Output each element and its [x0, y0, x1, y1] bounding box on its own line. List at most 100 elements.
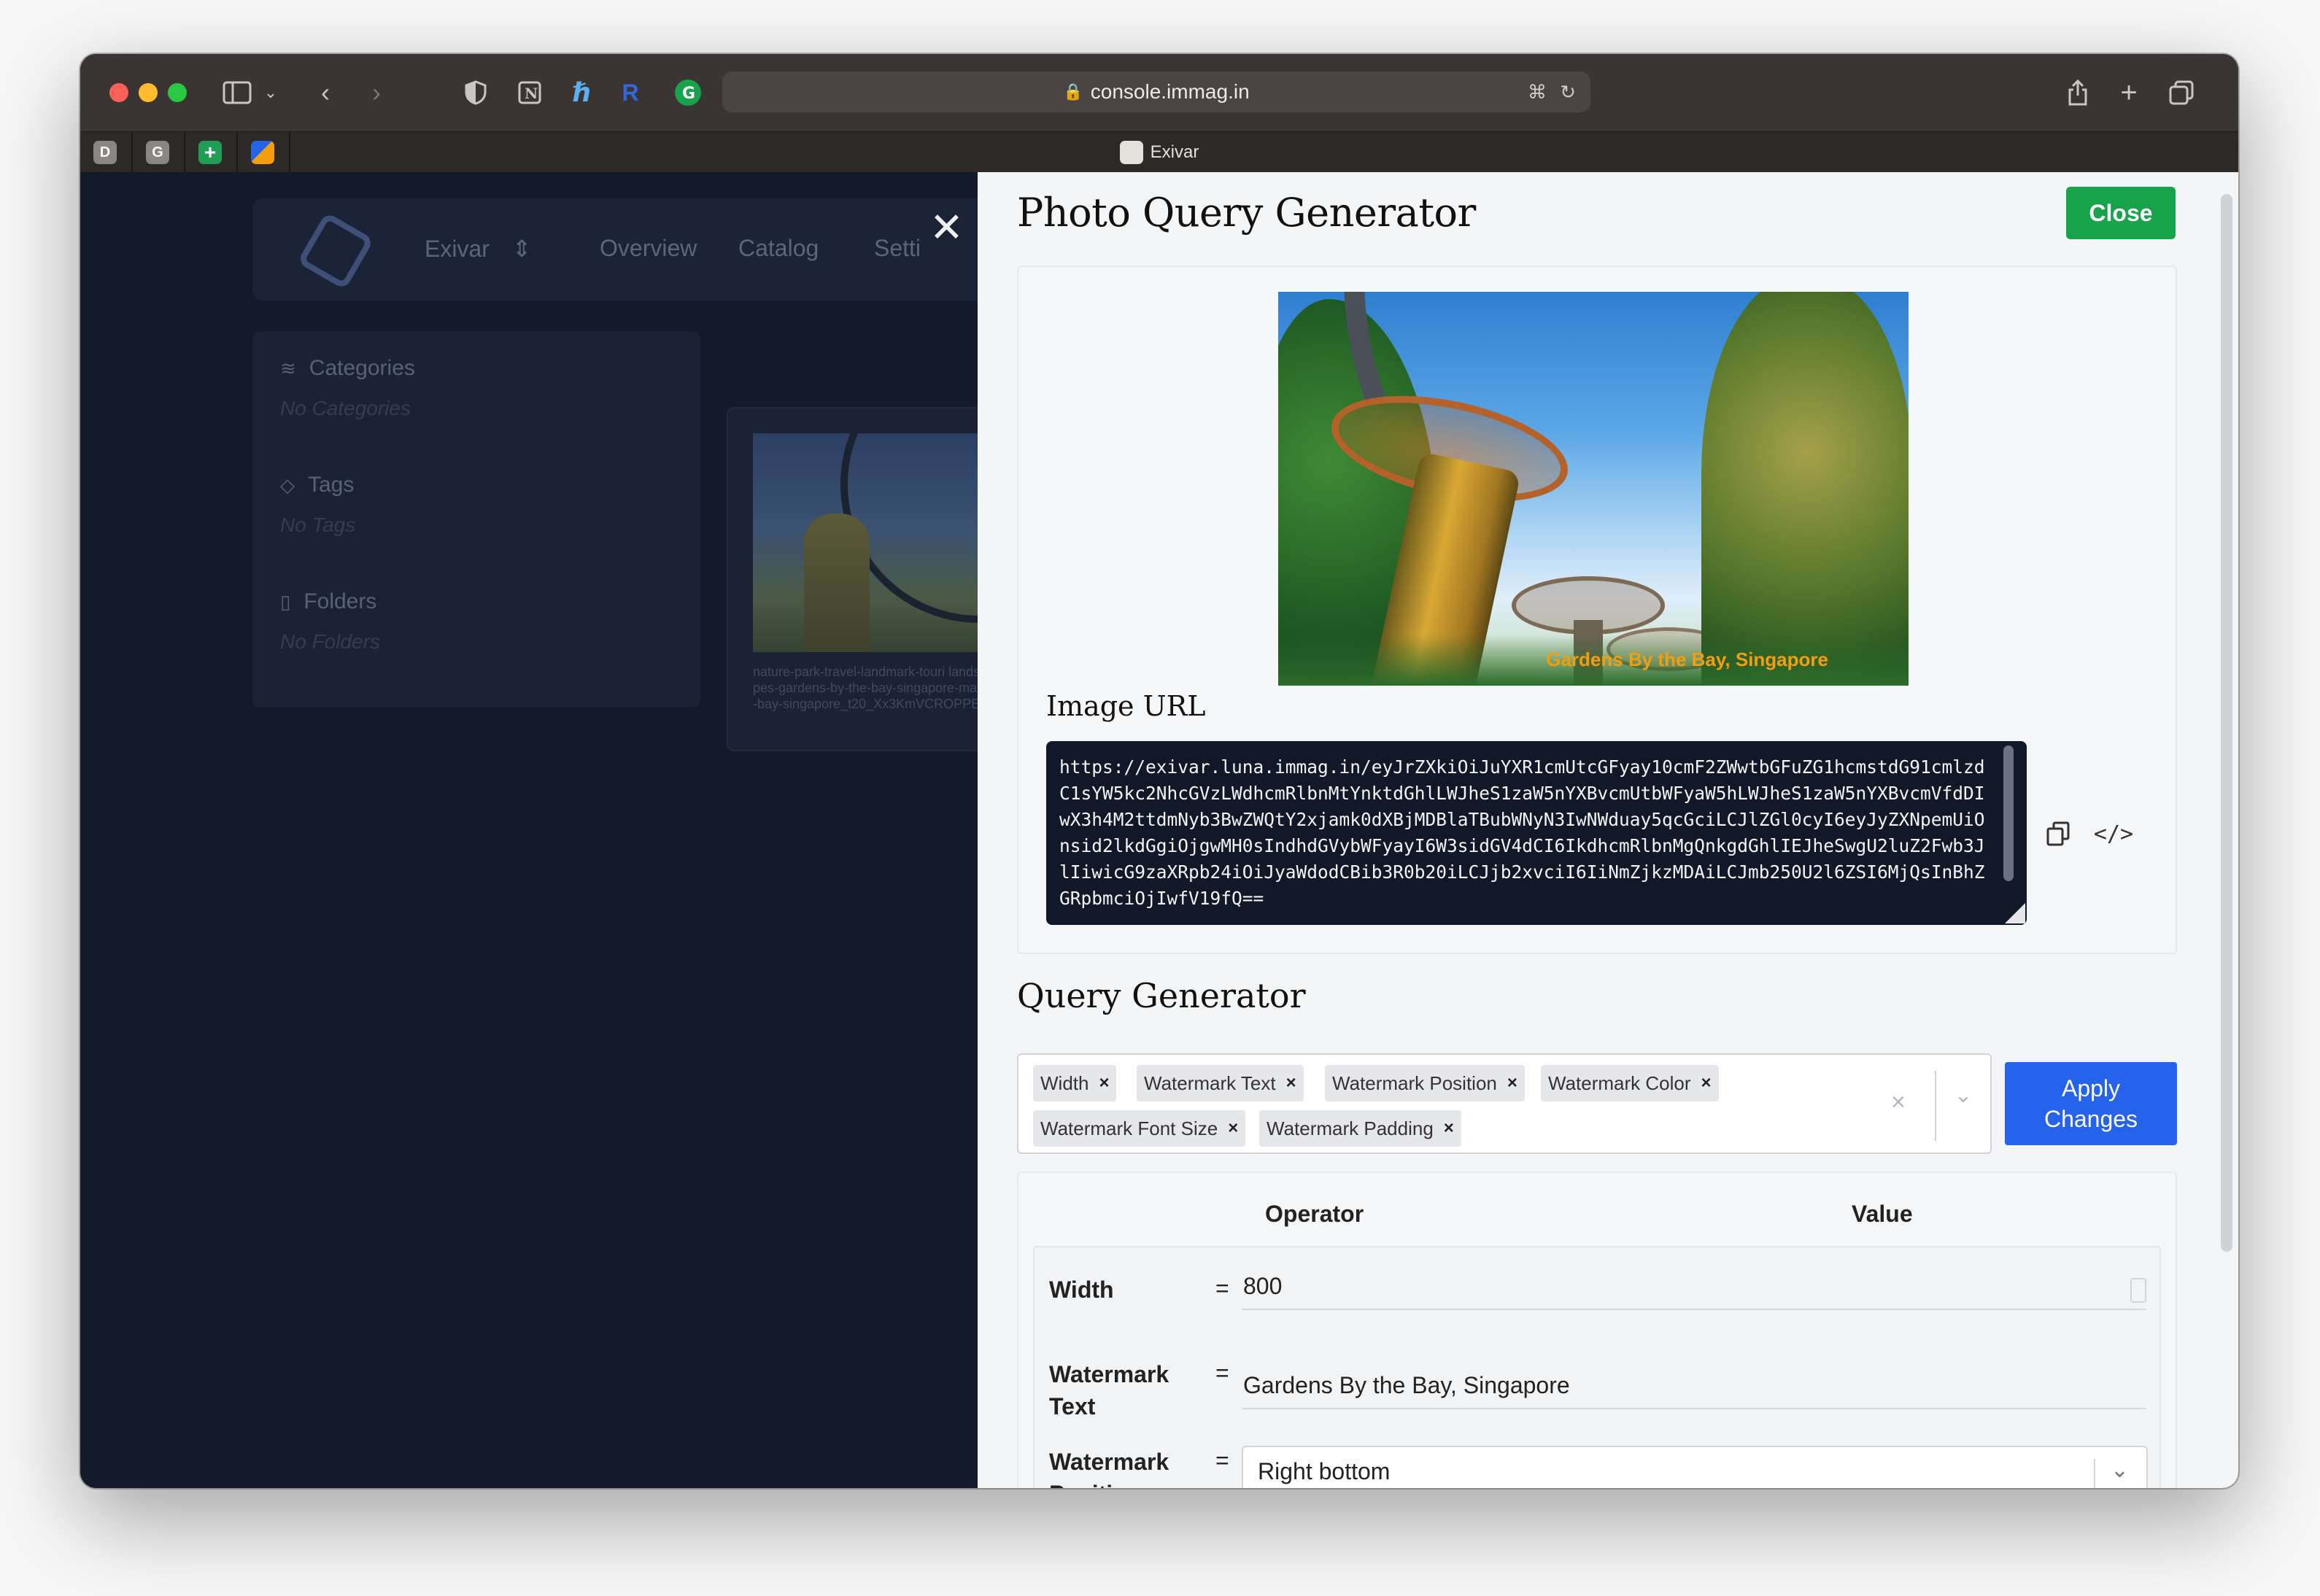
row-operator: =: [1215, 1447, 1229, 1473]
translate-icon[interactable]: ⌘: [1528, 81, 1547, 104]
chip-watermark-padding: Watermark Padding ×: [1259, 1110, 1461, 1147]
row-label-width: Width: [1049, 1277, 1114, 1303]
url-text: console.immag.in: [1090, 80, 1250, 103]
image-url-label: Image URL: [1046, 690, 1206, 722]
chevron-down-icon[interactable]: ⌄: [1945, 1082, 1981, 1108]
minimize-window-icon[interactable]: [139, 83, 158, 102]
tags-section: ◇ Tags No Tags: [280, 473, 356, 536]
url-scrollbar[interactable]: [2003, 745, 2014, 881]
photo-preview: Gardens By the Bay, Singapore: [1278, 292, 1909, 686]
reload-icon[interactable]: ↻: [1560, 81, 1576, 104]
tab-divider: [289, 132, 290, 173]
panel-title: Photo Query Generator: [1017, 190, 1476, 236]
row-label-watermark-text: Watermark Text: [1049, 1361, 1169, 1419]
forward-icon[interactable]: ›: [362, 76, 391, 109]
zoom-window-icon[interactable]: [168, 83, 187, 102]
app-nav: Exivar ⇕ Overview Catalog Setti: [252, 198, 978, 301]
chip-watermark-font-size: Watermark Font Size ×: [1033, 1110, 1246, 1147]
chip-width: Width ×: [1033, 1065, 1117, 1101]
remove-chip-icon[interactable]: ×: [1099, 1073, 1109, 1093]
remove-chip-icon[interactable]: ×: [1286, 1073, 1296, 1093]
image-url-text: https://exivar.luna.immag.in/eyJrZXkiOiJ…: [1059, 756, 1985, 909]
nav-catalog[interactable]: Catalog: [738, 235, 819, 262]
pinned-tab-d[interactable]: D: [93, 141, 117, 164]
share-icon[interactable]: [2063, 76, 2092, 109]
lock-icon: 🔒: [1063, 82, 1083, 101]
chip-watermark-position: Watermark Position ×: [1325, 1065, 1525, 1101]
folders-empty: No Folders: [280, 630, 380, 653]
remove-chip-icon[interactable]: ×: [1228, 1118, 1238, 1139]
remove-chip-icon[interactable]: ×: [1701, 1073, 1712, 1093]
params-multiselect[interactable]: Width × Watermark Text × Watermark Positio…: [1017, 1053, 1992, 1154]
panel-scrollbar[interactable]: [2221, 194, 2232, 1252]
photo-watermark: Gardens By the Bay, Singapore: [1546, 648, 1828, 670]
row-operator: =: [1215, 1275, 1229, 1301]
multiselect-divider: [1935, 1071, 1936, 1141]
clear-all-icon[interactable]: ×: [1891, 1088, 1906, 1117]
params-table: Operator Value Width = 800 Watermark Tex…: [1017, 1171, 2177, 1488]
tag-icon: ◇: [280, 473, 295, 496]
address-bar[interactable]: 🔒 console.immag.in ⌘ ↻: [722, 71, 1590, 112]
active-tab-title: Exivar: [1150, 142, 1199, 162]
photo-filename: nature-park-travel-landmark-touri landsc…: [753, 665, 978, 711]
categories-empty: No Categories: [280, 397, 411, 419]
select-divider: [2094, 1459, 2095, 1488]
close-window-icon[interactable]: [109, 83, 128, 102]
updown-chevron-icon: ⇕: [511, 236, 532, 262]
title-bar: ⌄ ‹ › N ℏ R G 🔒 console.immag.in ⌘ ↻ +: [80, 54, 2238, 131]
categories-section: ≋ Categories No Categories: [280, 356, 415, 419]
tab-divider: [236, 132, 238, 173]
browser-window: ⌄ ‹ › N ℏ R G 🔒 console.immag.in ⌘ ↻ + E…: [80, 54, 2238, 1488]
watermark-position-select[interactable]: Right bottom ⌄: [1242, 1446, 2148, 1488]
tags-empty: No Tags: [280, 514, 356, 536]
preview-section: Gardens By the Bay, Singapore Image URL …: [1017, 266, 2177, 954]
tab-bar: Exivar D G +: [80, 131, 2238, 173]
remove-chip-icon[interactable]: ×: [1444, 1118, 1454, 1139]
params-rows: Width = 800 Watermark Text = Gardens By …: [1033, 1246, 2161, 1488]
value-header: Value: [1852, 1201, 1913, 1227]
image-url-field[interactable]: https://exivar.luna.immag.in/eyJrZXkiOiJ…: [1046, 741, 2027, 925]
svg-text:N: N: [525, 85, 538, 102]
notion-extension-icon[interactable]: N: [514, 76, 546, 109]
shield-icon[interactable]: [460, 76, 492, 109]
chevron-down-icon[interactable]: ⌄: [261, 76, 280, 109]
folders-section: ▯ Folders No Folders: [280, 589, 380, 653]
photo-query-panel: Photo Query Generator Close Gardens By t…: [978, 172, 2238, 1488]
width-input[interactable]: 800: [1242, 1263, 2146, 1310]
active-tab[interactable]: Exivar: [80, 132, 2238, 173]
svg-text:G: G: [682, 85, 695, 103]
pinned-tab-app[interactable]: [251, 141, 274, 164]
number-stepper[interactable]: [2130, 1278, 2146, 1303]
exivar-favicon-icon: [1119, 141, 1143, 164]
close-drawer-icon[interactable]: ✕: [929, 207, 964, 248]
resize-handle[interactable]: [2005, 903, 2025, 923]
tab-divider: [184, 132, 185, 173]
copy-icon[interactable]: [2040, 816, 2076, 852]
layers-icon: ≋: [280, 357, 296, 379]
operator-header: Operator: [1265, 1201, 1364, 1227]
workspace-switcher[interactable]: Exivar ⇕: [425, 235, 532, 263]
embed-code-icon[interactable]: </>: [2094, 816, 2133, 852]
pinned-tab-sheets[interactable]: +: [198, 141, 222, 164]
r-extension-icon[interactable]: R: [616, 76, 645, 109]
tab-overview-icon[interactable]: [2167, 76, 2196, 109]
photo-card[interactable]: nature-park-travel-landmark-touri landsc…: [727, 407, 978, 751]
h-extension-icon[interactable]: ℏ: [566, 76, 598, 109]
remove-chip-icon[interactable]: ×: [1507, 1073, 1517, 1093]
pinned-tab-g[interactable]: G: [146, 141, 169, 164]
query-generator-title: Query Generator: [1017, 976, 1306, 1015]
photo-thumbnail: [753, 433, 978, 652]
apply-changes-button[interactable]: Apply Changes: [2005, 1062, 2177, 1145]
filters-panel: ≋ Categories No Categories ◇ Tags No Tags …: [252, 331, 700, 708]
new-tab-icon[interactable]: +: [2114, 76, 2143, 109]
watermark-text-input[interactable]: Gardens By the Bay, Singapore: [1242, 1363, 2146, 1409]
folder-icon: ▯: [280, 590, 291, 613]
grammarly-icon[interactable]: G: [671, 76, 705, 109]
back-icon[interactable]: ‹: [311, 76, 340, 109]
nav-settings[interactable]: Setti: [874, 235, 921, 262]
sidebar-toggle-icon[interactable]: [220, 76, 254, 109]
nav-overview[interactable]: Overview: [600, 235, 697, 262]
close-button[interactable]: Close: [2066, 187, 2176, 239]
chip-watermark-color: Watermark Color ×: [1541, 1065, 1719, 1101]
row-operator: =: [1215, 1360, 1229, 1386]
